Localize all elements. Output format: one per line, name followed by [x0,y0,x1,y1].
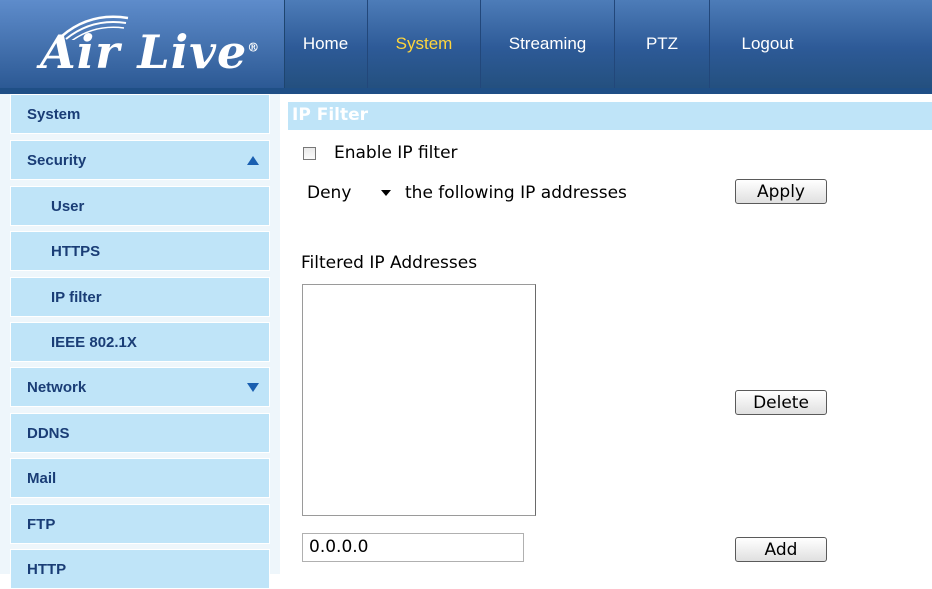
filtered-ip-title: Filtered IP Addresses [301,253,478,273]
page-title: IP Filter [292,105,369,125]
enable-ip-filter-label: Enable IP filter [334,143,458,163]
sidebar-item-label: Network [27,378,87,396]
sidebar-item-network[interactable]: Network [10,367,270,407]
sidebar-item-label: DDNS [27,424,70,442]
tab-logout[interactable]: Logout [710,0,825,88]
section-header: IP Filter [288,102,932,130]
apply-button[interactable]: Apply [735,179,827,204]
sidebar-item-ieee-8021x[interactable]: IEEE 802.1X [10,322,270,362]
tab-home[interactable]: Home [284,0,368,88]
sidebar-item-ftp[interactable]: FTP [10,504,270,544]
tab-system[interactable]: System [368,0,481,88]
policy-select-value: Deny [307,183,352,203]
chevron-down-icon [381,190,391,196]
delete-button[interactable]: Delete [735,390,827,415]
sidebar-item-label: FTP [27,515,56,533]
sidebar: System Security User HTTPS IP filter IEE… [0,94,280,589]
sidebar-item-label: HTTPS [51,242,101,260]
collapse-arrow-icon [247,155,259,165]
sidebar-item-https[interactable]: HTTPS [10,231,270,271]
filtered-ip-list[interactable] [302,284,536,516]
tab-streaming[interactable]: Streaming [481,0,615,88]
logo: Air Live® [0,0,285,88]
policy-description: the following IP addresses [405,183,627,203]
ip-address-input[interactable]: 0.0.0.0 [302,533,524,562]
sidebar-item-ddns[interactable]: DDNS [10,413,270,453]
sidebar-item-label: HTTP [27,560,67,578]
tab-ptz[interactable]: PTZ [615,0,710,88]
sidebar-item-label: IP filter [51,288,102,306]
enable-ip-filter-checkbox[interactable] [303,147,316,160]
sidebar-item-label: System [27,105,81,123]
sidebar-item-system[interactable]: System [10,94,270,134]
sidebar-item-label: Mail [27,469,57,487]
sidebar-item-label: Security [27,151,87,169]
main-nav: Home System Streaming PTZ Logout [284,0,825,88]
sidebar-item-user[interactable]: User [10,186,270,226]
policy-select[interactable]: Deny [301,175,397,211]
expand-arrow-icon [247,382,259,392]
logo-text: Air Live® [40,25,261,79]
sidebar-item-security[interactable]: Security [10,140,270,180]
sidebar-item-ip-filter[interactable]: IP filter [10,277,270,317]
add-button[interactable]: Add [735,537,827,562]
sidebar-item-label: User [51,197,85,215]
sidebar-item-mail[interactable]: Mail [10,458,270,498]
sidebar-item-label: IEEE 802.1X [51,333,137,351]
sidebar-item-http[interactable]: HTTP [10,549,270,589]
